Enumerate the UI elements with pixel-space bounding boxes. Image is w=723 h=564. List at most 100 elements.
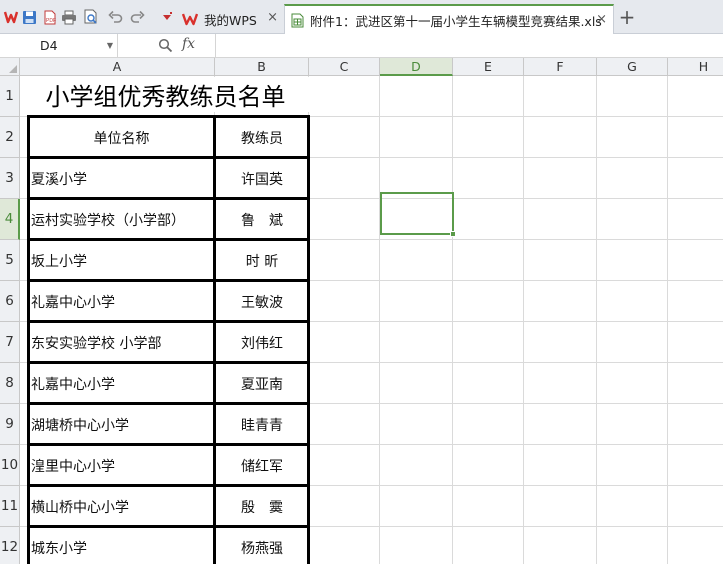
- tab-my-wps[interactable]: 我的WPS ×: [176, 4, 284, 34]
- cell-c10[interactable]: [309, 445, 380, 486]
- cell-e3[interactable]: [453, 158, 524, 199]
- coach-name-cell[interactable]: 许国英: [215, 158, 309, 199]
- cell-f1[interactable]: [524, 76, 597, 117]
- cell-f3[interactable]: [524, 158, 597, 199]
- school-name-cell[interactable]: 夏溪小学: [28, 158, 215, 199]
- coach-name-cell[interactable]: 夏亚南: [215, 363, 309, 404]
- row-header-11[interactable]: 11: [0, 486, 20, 527]
- close-icon[interactable]: ×: [267, 10, 278, 25]
- cell-h11[interactable]: [668, 486, 723, 527]
- cell-d8[interactable]: [380, 363, 453, 404]
- name-box[interactable]: D4 ▼: [0, 34, 118, 57]
- cell-e8[interactable]: [453, 363, 524, 404]
- select-all-corner[interactable]: [0, 58, 20, 76]
- cell-h5[interactable]: [668, 240, 723, 281]
- cell-f8[interactable]: [524, 363, 597, 404]
- sheet-grid[interactable]: ABCDEFGH 1 2 3 4 5 6 7 8 9 10 11 12 单位名称 教练员 夏溪小学 许国英运…: [0, 58, 723, 564]
- row-header-1[interactable]: 1: [0, 76, 20, 117]
- coach-name-cell[interactable]: 王敏波: [215, 281, 309, 322]
- row-header-12[interactable]: 12: [0, 527, 20, 564]
- row-header-6[interactable]: 6: [0, 281, 20, 322]
- header-school-cell[interactable]: 单位名称: [28, 117, 215, 158]
- column-header-c[interactable]: C: [309, 58, 380, 76]
- cell-d10[interactable]: [380, 445, 453, 486]
- coach-name-cell[interactable]: 殷 霙: [215, 486, 309, 527]
- row-header-4[interactable]: 4: [0, 199, 20, 240]
- save-icon[interactable]: [20, 8, 38, 26]
- cell-c5[interactable]: [309, 240, 380, 281]
- cell-g8[interactable]: [597, 363, 668, 404]
- school-name-cell[interactable]: 东安实验学校 小学部: [28, 322, 215, 363]
- formula-input[interactable]: [216, 34, 723, 57]
- cell-e7[interactable]: [453, 322, 524, 363]
- cell-g7[interactable]: [597, 322, 668, 363]
- cell-h12[interactable]: [668, 527, 723, 564]
- school-name-cell[interactable]: 湟里中心小学: [28, 445, 215, 486]
- header-coach-cell[interactable]: 教练员: [215, 117, 309, 158]
- cell-d11[interactable]: [380, 486, 453, 527]
- cell-h7[interactable]: [668, 322, 723, 363]
- row-header-7[interactable]: 7: [0, 322, 20, 363]
- school-name-cell[interactable]: 礼嘉中心小学: [28, 281, 215, 322]
- wps-logo-icon[interactable]: [2, 8, 20, 26]
- cell-d5[interactable]: [380, 240, 453, 281]
- coach-name-cell[interactable]: 刘伟红: [215, 322, 309, 363]
- cell-f2[interactable]: [524, 117, 597, 158]
- cell-f4[interactable]: [524, 199, 597, 240]
- close-icon[interactable]: ×: [596, 12, 607, 27]
- cell-g11[interactable]: [597, 486, 668, 527]
- cell-g12[interactable]: [597, 527, 668, 564]
- cell-e4[interactable]: [453, 199, 524, 240]
- row-header-5[interactable]: 5: [0, 240, 20, 281]
- row-header-2[interactable]: 2: [0, 117, 20, 158]
- cell-g1[interactable]: [597, 76, 668, 117]
- cell-c2[interactable]: [309, 117, 380, 158]
- cell-d9[interactable]: [380, 404, 453, 445]
- cell-e1[interactable]: [453, 76, 524, 117]
- row-header-3[interactable]: 3: [0, 158, 20, 199]
- cell-h3[interactable]: [668, 158, 723, 199]
- cell-c11[interactable]: [309, 486, 380, 527]
- cell-c12[interactable]: [309, 527, 380, 564]
- cell-d6[interactable]: [380, 281, 453, 322]
- cell-e2[interactable]: [453, 117, 524, 158]
- cell-d7[interactable]: [380, 322, 453, 363]
- undo-icon[interactable]: [106, 8, 124, 26]
- column-header-h[interactable]: H: [668, 58, 723, 76]
- fill-handle[interactable]: [450, 231, 456, 237]
- redo-icon[interactable]: [128, 8, 146, 26]
- school-name-cell[interactable]: 运村实验学校（小学部）: [28, 199, 215, 240]
- coach-name-cell[interactable]: 时 昕: [215, 240, 309, 281]
- new-tab-button[interactable]: +: [617, 5, 637, 29]
- row-header-8[interactable]: 8: [0, 363, 20, 404]
- cell-d1[interactable]: [380, 76, 453, 117]
- cell-g9[interactable]: [597, 404, 668, 445]
- cell-c9[interactable]: [309, 404, 380, 445]
- cell-f10[interactable]: [524, 445, 597, 486]
- print-preview-icon[interactable]: [82, 8, 100, 26]
- cell-g2[interactable]: [597, 117, 668, 158]
- cell-h4[interactable]: [668, 199, 723, 240]
- cell-e12[interactable]: [453, 527, 524, 564]
- school-name-cell[interactable]: 坂上小学: [28, 240, 215, 281]
- cell-e9[interactable]: [453, 404, 524, 445]
- cell-g4[interactable]: [597, 199, 668, 240]
- cell-g3[interactable]: [597, 158, 668, 199]
- school-name-cell[interactable]: 礼嘉中心小学: [28, 363, 215, 404]
- sheet-title[interactable]: 小学组优秀教练员名单: [21, 77, 310, 112]
- cell-d12[interactable]: [380, 527, 453, 564]
- insert-function-button[interactable]: fx: [182, 36, 195, 52]
- cell-h10[interactable]: [668, 445, 723, 486]
- cell-c7[interactable]: [309, 322, 380, 363]
- cell-h1[interactable]: [668, 76, 723, 117]
- active-cell-selection[interactable]: [380, 192, 456, 237]
- coach-name-cell[interactable]: 杨燕强: [215, 527, 309, 564]
- cell-f7[interactable]: [524, 322, 597, 363]
- cell-g10[interactable]: [597, 445, 668, 486]
- chevron-down-icon[interactable]: ▼: [107, 34, 113, 57]
- coach-name-cell[interactable]: 储红军: [215, 445, 309, 486]
- column-header-a[interactable]: A: [20, 58, 215, 76]
- row-header-10[interactable]: 10: [0, 445, 20, 486]
- cell-c1[interactable]: [309, 76, 380, 117]
- customize-toolbar-icon[interactable]: [158, 8, 176, 26]
